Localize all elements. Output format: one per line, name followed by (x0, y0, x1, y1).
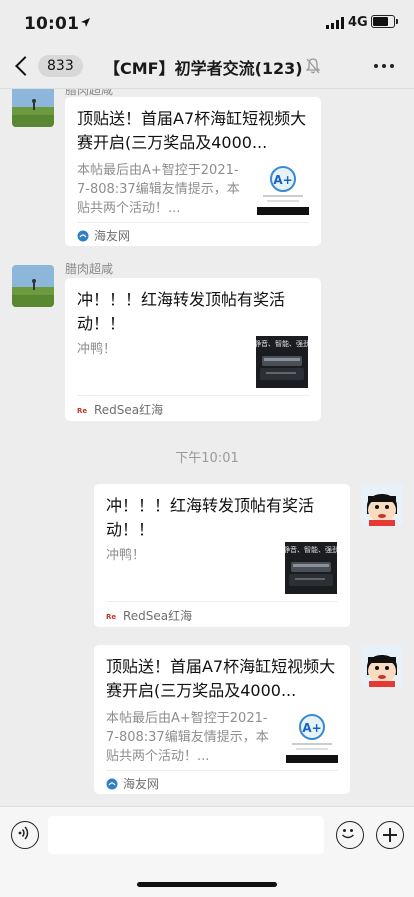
svg-text:A+: A+ (302, 721, 321, 735)
link-thumbnail: 静音、智能、强劲 (285, 542, 337, 594)
link-source-name: RedSea红海 (123, 609, 193, 623)
link-thumbnail: A+ (286, 711, 338, 763)
my-avatar[interactable] (361, 645, 403, 687)
link-card-title: 顶贴送！首届A7杯海缸短视频大赛开启(三万奖品及4000... (77, 109, 307, 152)
haiyou-logo-icon (106, 778, 118, 789)
time-separator: 下午10:01 (175, 451, 239, 466)
battery-icon (371, 15, 398, 28)
chat-header: 833 【CMF】初学者交流(123) (0, 44, 414, 89)
back-button[interactable]: 833 (10, 50, 83, 82)
sender-avatar[interactable] (12, 265, 54, 307)
message-input[interactable] (48, 816, 324, 854)
link-card[interactable]: 顶贴送！首届A7杯海缸短视频大赛开启(三万奖品及4000... 本帖最后由A+智… (94, 645, 350, 794)
link-source-name: RedSea红海 (94, 403, 164, 417)
link-card-title: 顶贴送！首届A7杯海缸短视频大赛开启(三万奖品及4000... (106, 657, 336, 700)
link-card-desc: 冲鸭！ (77, 342, 117, 357)
link-source: 海友网 (106, 775, 159, 792)
network-type: 4G (348, 15, 368, 30)
link-source-name: 海友网 (123, 777, 160, 791)
signal-icon (326, 17, 344, 29)
thumb-caption: 静音、智能、强劲 (285, 545, 337, 554)
link-source: Re RedSea红海 (106, 607, 192, 624)
home-indicator (137, 882, 277, 887)
smiley-icon (342, 829, 355, 839)
link-card[interactable]: 冲！！！红海转发顶帖有奖活动！！ 冲鸭！ 静音、智能、强劲 Re RedSea红… (65, 278, 321, 421)
haiyou-logo-icon (77, 230, 89, 241)
redsea-logo-icon: Re (77, 407, 87, 415)
voice-wave-icon (19, 826, 29, 840)
sender-avatar[interactable] (12, 89, 54, 127)
more-options-button[interactable] (374, 64, 394, 68)
status-bar: 10:01 4G (0, 0, 414, 44)
link-source-name: 海友网 (94, 229, 131, 243)
unread-count-badge: 833 (38, 55, 83, 77)
my-avatar[interactable] (361, 484, 403, 526)
voice-input-button[interactable] (11, 821, 39, 849)
more-actions-button[interactable] (376, 821, 404, 849)
svg-text:Re: Re (77, 407, 87, 415)
link-card-title: 冲！！！红海转发顶帖有奖活动！！ (77, 290, 286, 333)
link-source: Re RedSea红海 (77, 401, 163, 418)
svg-text:A+: A+ (273, 173, 292, 187)
location-arrow-icon (81, 18, 90, 27)
svg-text:Re: Re (106, 613, 116, 621)
mute-bell-icon (306, 58, 320, 74)
link-card-desc: 本帖最后由A+智控于2021-7-808:37编辑友情提示，本贴共两个活动！..… (106, 711, 269, 764)
link-card-desc: 冲鸭！ (106, 548, 146, 563)
chat-title: 【CMF】初学者交流(123) (104, 59, 303, 78)
link-card[interactable]: 冲！！！红海转发顶帖有奖活动！！ 冲鸭！ 静音、智能、强劲 Re RedSea红… (94, 484, 350, 627)
redsea-logo-icon: Re (106, 613, 116, 621)
link-card[interactable]: 顶贴送！首届A7杯海缸短视频大赛开启(三万奖品及4000... 本帖最后由A+智… (65, 97, 321, 246)
card-divider (106, 770, 338, 771)
link-card-desc: 本帖最后由A+智控于2021-7-808:37编辑友情提示，本贴共两个活动！..… (77, 163, 240, 216)
thumb-caption: 静音、智能、强劲 (256, 339, 308, 348)
chevron-left-icon (15, 56, 35, 76)
message-list[interactable]: 腊肉超咸 顶贴送！首届A7杯海缸短视频大赛开启(三万奖品及4000... 本帖最… (0, 89, 414, 805)
card-divider (77, 222, 309, 223)
emoji-button[interactable] (336, 821, 364, 849)
card-divider (77, 395, 309, 396)
link-thumbnail: 静音、智能、强劲 (256, 336, 308, 388)
link-card-title: 冲！！！红海转发顶帖有奖活动！！ (106, 496, 315, 539)
status-time: 10:01 (24, 14, 80, 34)
link-thumbnail: A+ (257, 163, 309, 215)
sender-name: 腊肉超咸 (65, 262, 114, 276)
link-source: 海友网 (77, 227, 130, 244)
card-divider (106, 601, 338, 602)
